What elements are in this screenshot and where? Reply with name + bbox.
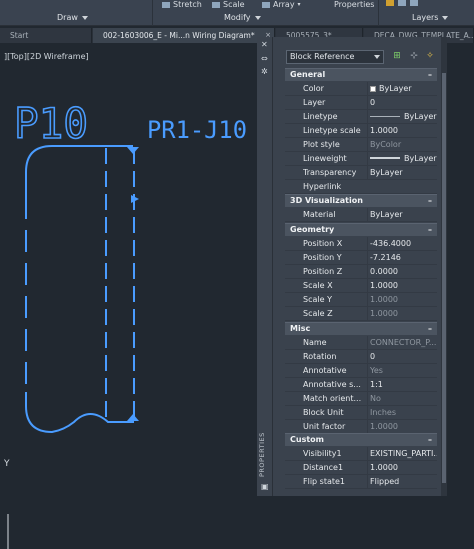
pin-arrow-bottom — [127, 414, 139, 421]
prop-lineweight[interactable]: Lineweight ByLayer — [285, 152, 437, 166]
gear-icon[interactable]: ✲ — [261, 67, 268, 76]
collapse-icon[interactable]: – — [428, 434, 432, 446]
prop-scale-z[interactable]: Scale Z 1.0000 — [285, 307, 437, 321]
prop-hyperlink[interactable]: Hyperlink — [285, 180, 437, 194]
autocad-window: Stretch Scale Array ▾ Properties Draw Mo… — [0, 0, 474, 549]
prop-annotative-scale[interactable]: Annotative s... 1:1 — [285, 378, 437, 392]
lineweight-preview-icon — [370, 157, 400, 159]
ucs-y-label: Y — [4, 459, 10, 469]
section-general[interactable]: General – — [285, 68, 437, 81]
prop-material[interactable]: Material ByLayer — [285, 208, 437, 222]
array-command[interactable]: Array ▾ — [262, 0, 301, 9]
layer-tool-icon-3[interactable] — [410, 0, 418, 6]
pickadd-icon[interactable]: ✧ — [424, 50, 436, 63]
collapse-icon[interactable]: – — [428, 195, 432, 207]
draw-panel-expand-icon — [81, 15, 88, 20]
close-icon[interactable]: ✕ — [261, 40, 268, 49]
palette-title: PROPERTIES — [258, 432, 266, 477]
prop-visibility1[interactable]: Visibility1 EXISTING_PARTI... — [285, 447, 437, 461]
prop-name[interactable]: Name CONNECTOR_P... — [285, 336, 437, 350]
properties-command[interactable]: Properties — [334, 0, 374, 9]
section-geometry[interactable]: Geometry – — [285, 223, 437, 236]
prop-match-orientation[interactable]: Match orient... No — [285, 392, 437, 406]
select-objects-icon[interactable]: ⊹ — [408, 50, 420, 63]
prop-position-z[interactable]: Position Z 0.0000 — [285, 265, 437, 279]
quick-select-icon[interactable]: ⊞ — [391, 50, 403, 63]
auto-hide-icon[interactable]: ⇔ — [261, 54, 268, 63]
modify-panel-expand-icon — [254, 15, 261, 20]
collapse-icon[interactable]: – — [428, 323, 432, 335]
layer-tool-icon[interactable] — [386, 0, 394, 6]
prop-position-y[interactable]: Position Y -7.2146 — [285, 251, 437, 265]
collapse-icon[interactable]: – — [428, 224, 432, 236]
prop-rotation[interactable]: Rotation 0 — [285, 350, 437, 364]
draw-panel-title[interactable]: Draw — [57, 13, 88, 22]
prop-transparency[interactable]: Transparency ByLayer — [285, 166, 437, 180]
array-icon — [262, 1, 270, 8]
object-type-dropdown[interactable]: Block Reference — [286, 50, 384, 64]
prop-unit-factor[interactable]: Unit factor 1.0000 — [285, 420, 437, 434]
prop-layer[interactable]: Layer 0 — [285, 96, 437, 110]
stretch-command[interactable]: Stretch — [162, 0, 202, 9]
prop-block-unit[interactable]: Block Unit Inches — [285, 406, 437, 420]
prop-plot-style[interactable]: Plot style ByColor — [285, 138, 437, 152]
block-label-p10: P10 — [14, 99, 88, 148]
prop-color[interactable]: Color ByLayer — [285, 82, 437, 96]
prop-scale-y[interactable]: Scale Y 1.0000 — [285, 293, 437, 307]
layer-tool-icon-2[interactable] — [398, 0, 406, 6]
connector-outline-bottom — [25, 392, 134, 434]
prop-flip-state1[interactable]: Flip state1 Flipped — [285, 475, 437, 489]
scale-icon — [212, 1, 220, 8]
tab-start[interactable]: Start — [0, 28, 92, 43]
prop-scale-x[interactable]: Scale X 1.0000 — [285, 279, 437, 293]
layers-panel-title[interactable]: Layers — [412, 13, 449, 22]
properties-palette-titlebar[interactable]: ✕ ⇔ ✲ PROPERTIES ▣ — [257, 37, 273, 496]
chevron-down-icon — [374, 55, 380, 59]
prop-position-x[interactable]: Position X -436.4000 — [285, 237, 437, 251]
section-3d-visualization[interactable]: 3D Visualization – — [285, 194, 437, 207]
prop-linetype[interactable]: Linetype ByLayer — [285, 110, 437, 124]
palette-scrollbar-thumb[interactable] — [442, 73, 446, 483]
section-misc[interactable]: Misc – — [285, 322, 437, 335]
prop-annotative[interactable]: Annotative Yes — [285, 364, 437, 378]
modify-panel-title[interactable]: Modify — [224, 13, 261, 22]
connector-outline-top — [25, 145, 133, 196]
tab-wiring-diagram[interactable]: 002-1603006_E - Mi...n Wiring Diagram* × — [93, 28, 275, 43]
layers-panel-expand-icon — [442, 15, 449, 20]
prop-distance1[interactable]: Distance1 1.0000 — [285, 461, 437, 475]
ribbon-extra-icons — [386, 0, 418, 6]
color-swatch-icon — [370, 86, 376, 92]
section-custom[interactable]: Custom – — [285, 433, 437, 446]
properties-palette: Block Reference ⊞ ⊹ ✧ General – Color ByLa… — [273, 37, 441, 496]
palette-header: Block Reference ⊞ ⊹ ✧ — [273, 37, 441, 67]
ribbon: Stretch Scale Array ▾ Properties Draw Mo… — [0, 0, 474, 26]
prop-linetype-scale[interactable]: Linetype scale 1.0000 — [285, 124, 437, 138]
block-label-pr1-j10: PR1-J10 — [147, 116, 247, 144]
collapse-icon[interactable]: – — [428, 69, 432, 81]
pin-arrow-top — [127, 147, 139, 154]
array-dropdown-icon[interactable]: ▾ — [298, 1, 301, 8]
stretch-icon — [162, 1, 170, 8]
scale-command[interactable]: Scale — [212, 0, 245, 9]
palette-scrollbar[interactable] — [441, 37, 447, 496]
linetype-preview-icon — [370, 116, 400, 117]
palette-menu-icon[interactable]: ▣ — [261, 482, 269, 491]
